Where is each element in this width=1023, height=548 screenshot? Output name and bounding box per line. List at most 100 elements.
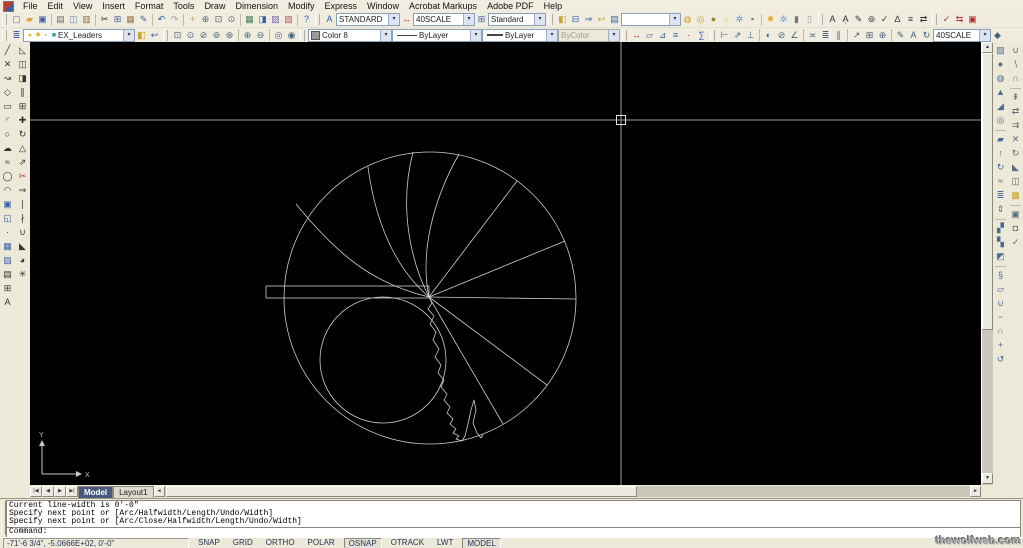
- extrude-faces-button[interactable]: ⇞: [1009, 91, 1022, 104]
- mirror-button[interactable]: ◨: [16, 72, 29, 85]
- chevron-down-icon[interactable]: ▾: [380, 30, 391, 41]
- copy-object-button[interactable]: ◫: [16, 58, 29, 71]
- zoom-in-button[interactable]: ⊕: [241, 29, 254, 42]
- scroll-right-button[interactable]: ►: [970, 486, 981, 497]
- zoom-out-button[interactable]: ⊖: [254, 29, 267, 42]
- break-at-point-button[interactable]: ∣: [16, 198, 29, 211]
- cut-button[interactable]: ✂: [98, 13, 111, 26]
- menu-adobe-pdf[interactable]: Adobe PDF: [482, 1, 539, 12]
- layer-on-bulb[interactable]: ●: [26, 32, 34, 39]
- dim-linear-button[interactable]: ⊢: [718, 29, 731, 42]
- dim-radius-button[interactable]: ◐: [762, 29, 775, 42]
- snap-toggle[interactable]: SNAP: [194, 538, 224, 548]
- extrude-button[interactable]: ↑: [994, 147, 1007, 160]
- zoom-object-button[interactable]: ⊛: [223, 29, 236, 42]
- scroll-up-button[interactable]: ▲: [982, 42, 993, 53]
- quick-dimension-button[interactable]: ≍: [806, 29, 819, 42]
- subtract-button[interactable]: ∖: [1009, 58, 1022, 71]
- zoom-realtime-button[interactable]: ⊕: [199, 13, 212, 26]
- toolbar-grip[interactable]: [932, 14, 937, 25]
- gradient-button[interactable]: ▨: [1, 254, 14, 267]
- publish-button[interactable]: ▥: [80, 13, 93, 26]
- toolbar-grip[interactable]: [548, 14, 553, 25]
- layer-properties-manager-button[interactable]: ≣: [10, 29, 23, 42]
- dimension-style-combo[interactable]: 40SCALE ▾: [933, 29, 991, 42]
- sweep-button[interactable]: ≈: [994, 175, 1007, 188]
- menu-edit[interactable]: Edit: [43, 1, 69, 12]
- redo-button[interactable]: ↷: [168, 13, 181, 26]
- dim-baseline-button[interactable]: ≣: [819, 29, 832, 42]
- layer-previous-button[interactable]: ↩: [148, 29, 161, 42]
- new-file-button[interactable]: ▢: [10, 13, 23, 26]
- polyline-button[interactable]: ↝: [1, 72, 14, 85]
- help-button[interactable]: ?: [300, 13, 313, 26]
- dim-diameter-button[interactable]: ⊘: [775, 29, 788, 42]
- check-button[interactable]: ✓: [1009, 236, 1022, 249]
- justify-text-button[interactable]: ≡: [904, 13, 917, 26]
- layer-on-button[interactable]: ○: [720, 13, 733, 26]
- menu-dimension[interactable]: Dimension: [230, 1, 283, 12]
- chevron-down-icon[interactable]: ▾: [470, 30, 481, 41]
- chevron-down-icon[interactable]: ▾: [123, 30, 134, 41]
- explode-button[interactable]: ✳: [16, 268, 29, 281]
- polygon-button[interactable]: ◇: [1, 86, 14, 99]
- open-folder-button[interactable]: ▰: [23, 13, 36, 26]
- layer-lock-button[interactable]: ▪: [746, 13, 759, 26]
- layer-isolate-button[interactable]: ◍: [681, 13, 694, 26]
- configure-standards-button[interactable]: ▣: [966, 13, 979, 26]
- dim-update-button[interactable]: ↻: [920, 29, 933, 42]
- dim-style-button[interactable]: ↔: [400, 13, 413, 26]
- tab-next[interactable]: ▶: [54, 486, 66, 497]
- erase-button[interactable]: ◺: [16, 44, 29, 57]
- zoom-scale-button[interactable]: ⊘: [197, 29, 210, 42]
- find-replace-button[interactable]: ⊚: [865, 13, 878, 26]
- multiline-text-button[interactable]: A: [826, 13, 839, 26]
- spline-button[interactable]: ≈: [1, 156, 14, 169]
- section-button[interactable]: ▚: [994, 236, 1007, 249]
- toolbar-grip[interactable]: [710, 30, 715, 41]
- tab-first[interactable]: |◀: [30, 486, 42, 497]
- unlock-layer-button[interactable]: ▯: [803, 13, 816, 26]
- layer-match-button[interactable]: ⊟: [569, 13, 582, 26]
- zoom-window-button[interactable]: ⊡: [212, 13, 225, 26]
- color-faces-button[interactable]: ▩: [1009, 189, 1022, 202]
- delete-faces-button[interactable]: ✕: [1009, 133, 1022, 146]
- trim-button[interactable]: ✂: [16, 170, 29, 183]
- intersect-button[interactable]: ∩: [1009, 72, 1022, 85]
- text-style-combo[interactable]: STANDARD ▾: [336, 13, 400, 26]
- layer-combo[interactable]: ●✹▫■ EX_Leaders ▾: [23, 29, 135, 42]
- lineweight-combo[interactable]: ByLayer ▾: [482, 29, 558, 42]
- revision-cloud-button[interactable]: ☁: [1, 142, 14, 155]
- tab-last[interactable]: ▶|: [66, 486, 78, 497]
- table-button[interactable]: ⊞: [1, 282, 14, 295]
- wedge-button[interactable]: ◢: [994, 100, 1007, 113]
- menu-window[interactable]: Window: [362, 1, 404, 12]
- chevron-down-icon[interactable]: ▾: [388, 14, 399, 25]
- menu-help[interactable]: Help: [539, 1, 568, 12]
- line-button[interactable]: ╱: [1, 44, 14, 57]
- toolbar-grip[interactable]: [818, 14, 823, 25]
- make-object-layer-current-button[interactable]: ◧: [556, 13, 569, 26]
- tab-prev[interactable]: ◀: [42, 486, 54, 497]
- text-style-button[interactable]: A: [323, 13, 336, 26]
- torus-button[interactable]: ◎: [994, 114, 1007, 127]
- make-block-button[interactable]: ◱: [1, 212, 14, 225]
- dim-continue-button[interactable]: ∥: [832, 29, 845, 42]
- quick-calc-button[interactable]: ∑: [695, 29, 708, 42]
- copy-faces-button[interactable]: ◫: [1009, 175, 1022, 188]
- layer-states-manager-button[interactable]: ▤: [608, 13, 621, 26]
- properties-palette-button[interactable]: ◨: [256, 13, 269, 26]
- spell-check-button[interactable]: ✓: [878, 13, 891, 26]
- edit-text-button[interactable]: ✎: [852, 13, 865, 26]
- plot-preview-button[interactable]: ◫: [67, 13, 80, 26]
- model-toggle[interactable]: MODEL: [462, 538, 500, 548]
- move-button[interactable]: ✚: [16, 114, 29, 127]
- lock-layer-button[interactable]: ▮: [790, 13, 803, 26]
- convert-distance-button[interactable]: ⇄: [917, 13, 930, 26]
- stretch-button[interactable]: ⇗: [16, 156, 29, 169]
- shell-button[interactable]: ◘: [1009, 222, 1022, 235]
- multiline-text-button[interactable]: A: [1, 296, 14, 309]
- hatch-button[interactable]: ▦: [1, 240, 14, 253]
- coordinate-readout[interactable]: -71'-6 3/4", -5.0666E+02, 0'-0": [3, 538, 189, 548]
- osnap-toggle[interactable]: OSNAP: [344, 538, 382, 548]
